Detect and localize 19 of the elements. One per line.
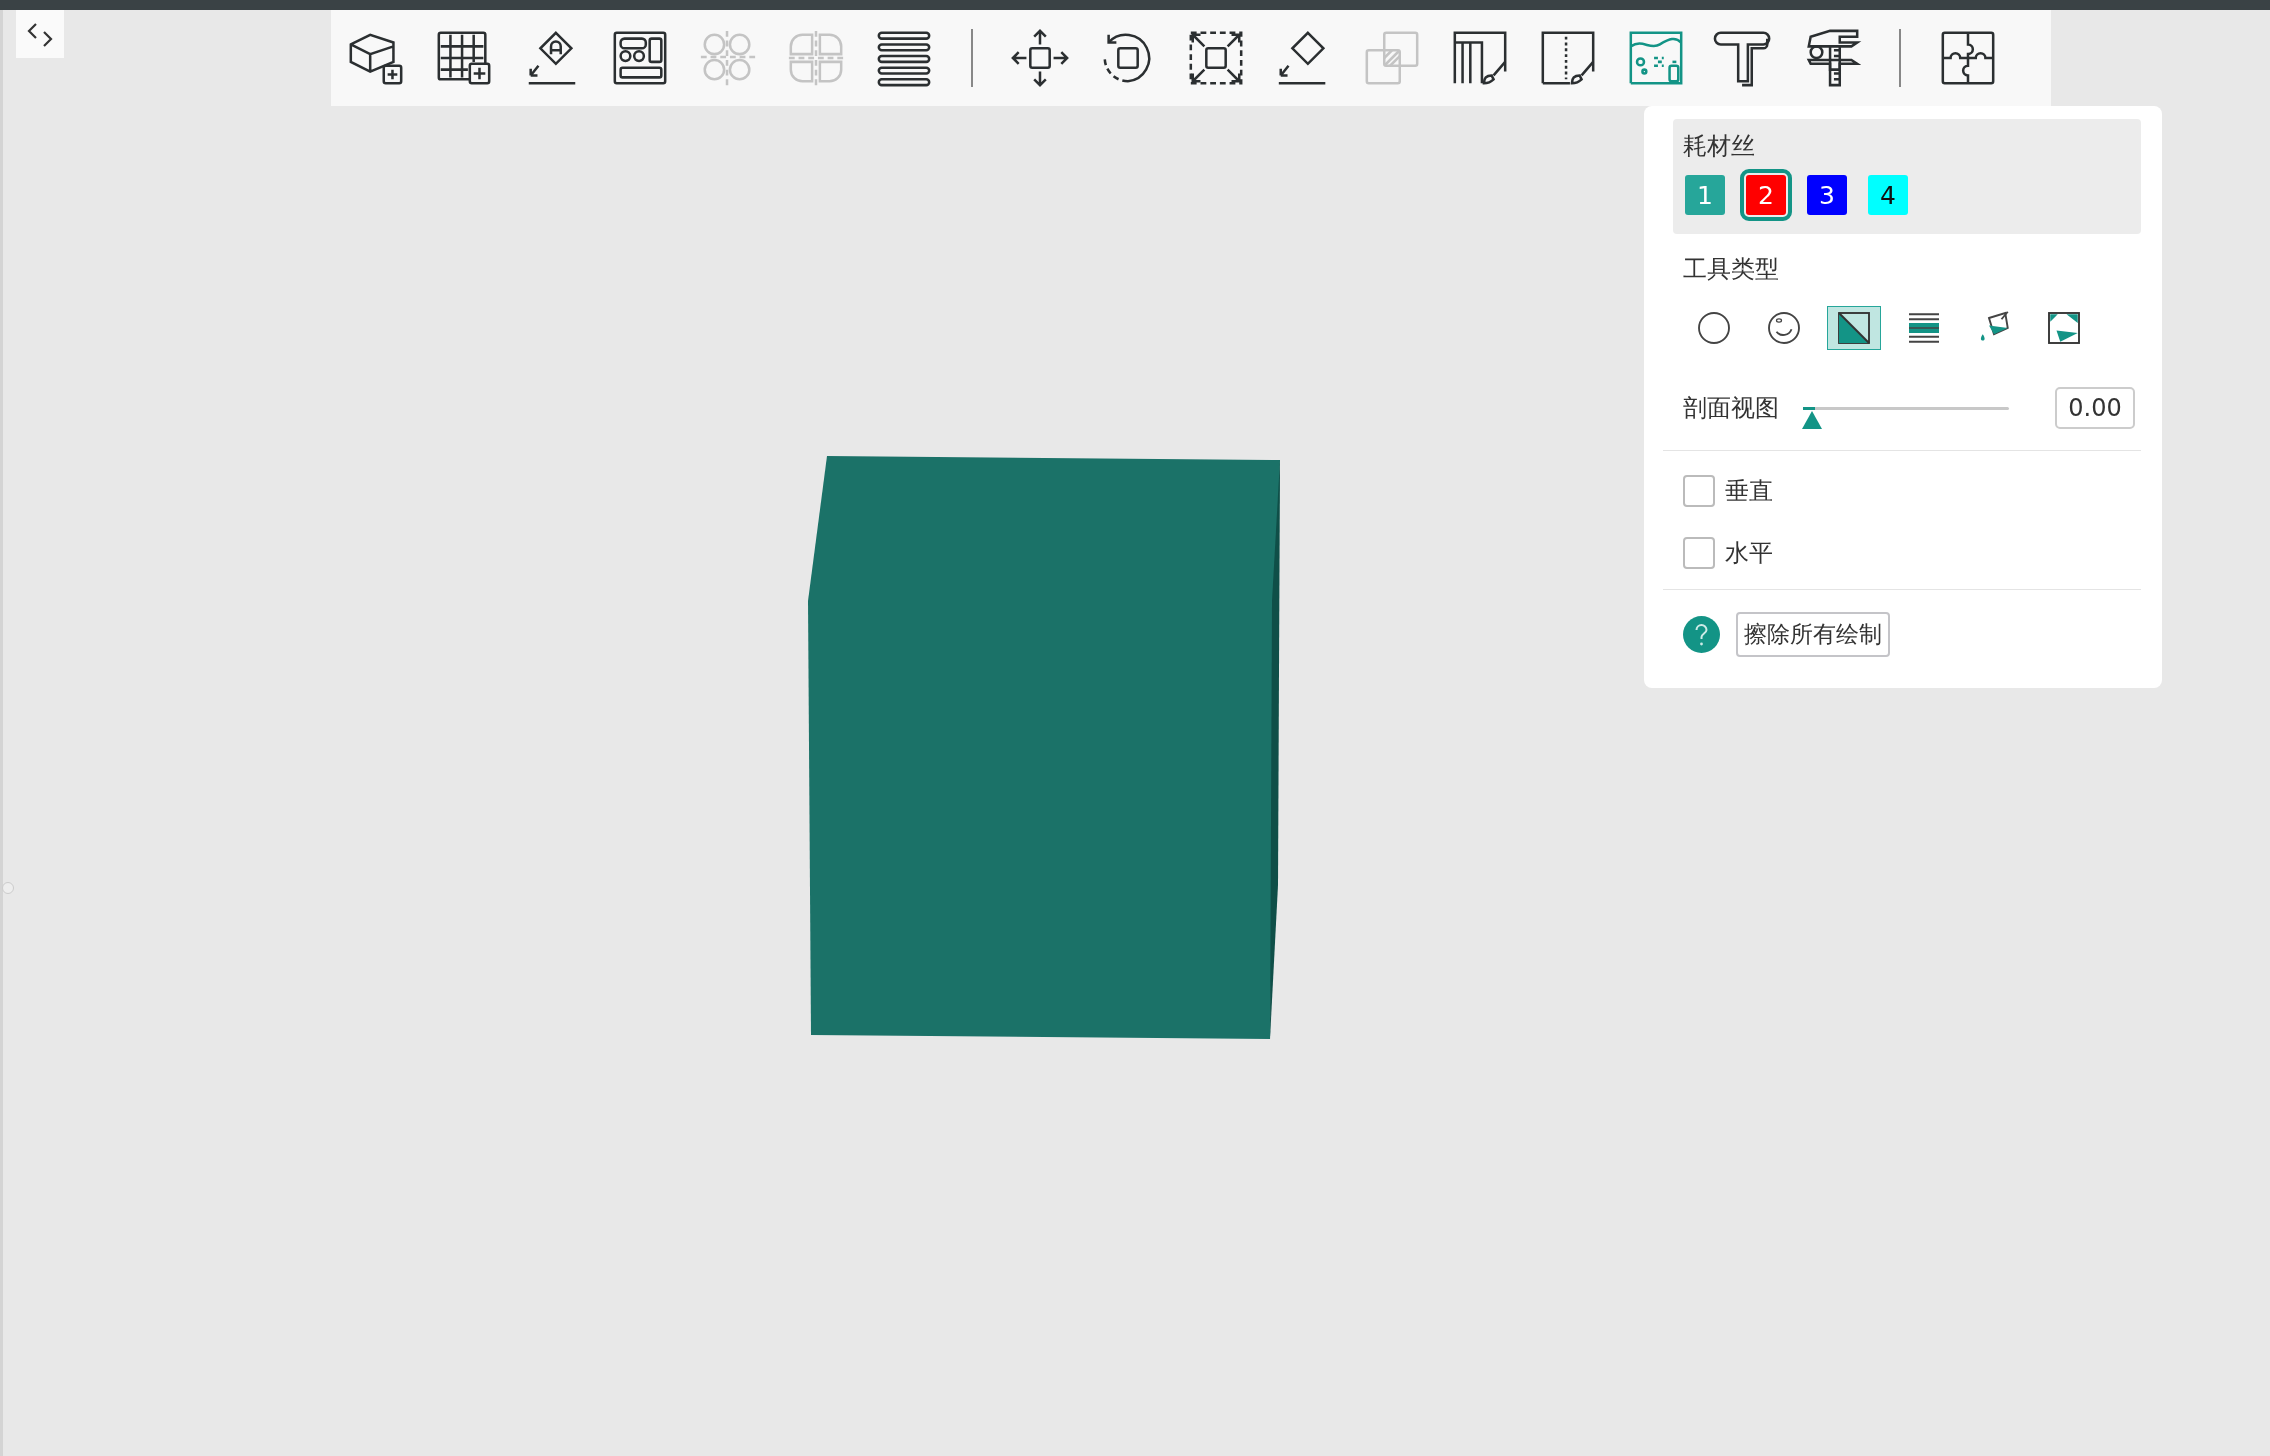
tool-type-title: 工具类型 — [1683, 254, 1780, 284]
move-icon — [1009, 27, 1071, 89]
help-icon[interactable] — [1683, 616, 1720, 653]
panel-toggle-button[interactable] — [16, 10, 64, 58]
move-tool-button[interactable] — [1009, 27, 1071, 89]
code-brackets-icon — [26, 20, 54, 48]
filament-swatch[interactable]: 3 — [1807, 175, 1847, 215]
checkbox-label: 垂直 — [1725, 476, 1773, 507]
section-view-label: 剖面视图 — [1683, 393, 1779, 423]
checkbox[interactable] — [1683, 537, 1715, 569]
triangle-fill-tool-button[interactable] — [1827, 306, 1881, 350]
filament-title: 耗材丝 — [1683, 131, 1756, 161]
filament-swatch[interactable]: 4 — [1868, 175, 1908, 215]
slider-thumb[interactable] — [1801, 409, 1823, 430]
checkbox[interactable] — [1683, 475, 1715, 507]
checkbox-label: 水平 — [1725, 538, 1773, 569]
clear-all-button[interactable]: 擦除所有绘制 — [1736, 612, 1890, 657]
section-value-field[interactable]: 0.00 — [2055, 387, 2135, 429]
resize-handle[interactable] — [2, 882, 14, 894]
